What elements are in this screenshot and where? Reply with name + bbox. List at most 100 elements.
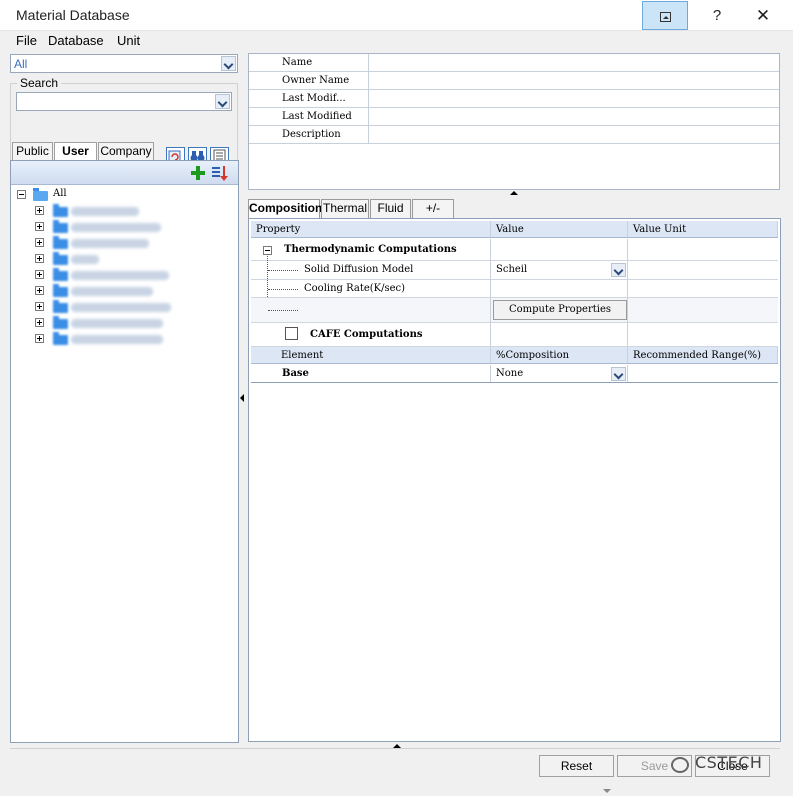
info-row-last-modif: Last Modif...	[249, 90, 779, 108]
expand-icon[interactable]	[35, 334, 44, 343]
sort-line	[212, 175, 220, 177]
header-element: Element	[251, 347, 491, 363]
tree-node-label-obscured	[71, 287, 153, 296]
reset-button[interactable]: Reset	[539, 755, 614, 777]
folder-icon	[53, 204, 68, 217]
open-folder-icon	[33, 188, 48, 201]
tab-thermal[interactable]: Thermal	[321, 199, 369, 218]
filter-selected: All	[14, 57, 28, 71]
tab-public[interactable]: Public	[12, 142, 53, 160]
chevron-down-icon[interactable]	[611, 367, 626, 381]
filter-dropdown[interactable]: All	[10, 54, 238, 73]
expand-icon[interactable]	[35, 318, 44, 327]
info-row-last-modified: Last Modified	[249, 108, 779, 126]
tree-node-label-obscured	[71, 335, 163, 344]
left-pane: All Search Public User Company All	[10, 53, 240, 743]
tab-user[interactable]: User	[54, 142, 97, 161]
tree-line	[268, 270, 298, 271]
tree-node[interactable]	[35, 220, 225, 234]
restore-icon	[659, 12, 671, 22]
expand-icon[interactable]	[35, 302, 44, 311]
tree-node-label-obscured	[71, 223, 161, 232]
material-tree-panel: All	[10, 160, 239, 743]
info-row-name: Name	[249, 54, 779, 72]
folder-icon	[53, 332, 68, 345]
tree-node-label-obscured	[71, 255, 99, 264]
add-icon[interactable]	[191, 166, 205, 180]
base-label: Base	[251, 365, 491, 382]
menu-database[interactable]: Database	[48, 33, 104, 48]
tree-node[interactable]	[35, 268, 225, 282]
info-label: Last Modified	[249, 108, 369, 125]
info-label: Last Modif...	[249, 90, 369, 107]
tree-node-label-obscured	[71, 239, 149, 248]
cell-empty	[491, 239, 628, 260]
tab-composition[interactable]: Composition	[248, 199, 322, 219]
material-info-grid: Name Owner Name Last Modif... Last Modif…	[248, 53, 780, 190]
chevron-down-icon[interactable]	[221, 56, 236, 71]
search-label: Search	[17, 76, 62, 90]
menu-bar: File Database Unit	[0, 31, 793, 51]
solid-diffusion-select[interactable]: Scheil	[491, 261, 628, 279]
expand-icon[interactable]	[35, 238, 44, 247]
tree-node[interactable]	[35, 236, 225, 250]
menu-file[interactable]: File	[16, 33, 37, 48]
tree-node[interactable]	[35, 284, 225, 298]
folder-icon	[53, 268, 68, 281]
tree-node[interactable]	[35, 204, 225, 218]
cafe-checkbox[interactable]	[285, 327, 298, 340]
chevron-down-icon[interactable]	[611, 263, 626, 277]
watermark-logo-icon	[671, 757, 689, 773]
element-grid-header: Element %Composition Recommended Range(%…	[251, 347, 778, 364]
tree-root-label: All	[53, 188, 67, 199]
cooling-rate-input[interactable]	[491, 280, 628, 297]
sort-line	[212, 171, 220, 173]
collapse-icon[interactable]	[17, 190, 26, 199]
splitter-handle-top[interactable]	[510, 191, 518, 195]
solid-diffusion-label: Solid Diffusion Model	[299, 261, 491, 279]
tree-node[interactable]	[35, 332, 225, 346]
tab-plus-minus[interactable]: +/-	[412, 199, 454, 218]
tab-fluid[interactable]: Fluid	[370, 199, 411, 218]
header-property: Property	[251, 221, 491, 237]
chevron-down-icon[interactable]	[215, 94, 230, 109]
tree-node[interactable]	[35, 252, 225, 266]
sort-line	[212, 167, 220, 169]
bottom-button-bar: Reset Save Close	[10, 748, 780, 784]
header-value-unit: Value Unit	[628, 221, 778, 237]
title-bar: Material Database ? ✕	[0, 0, 793, 31]
base-select[interactable]: None	[491, 365, 628, 382]
tree-toolbar	[11, 161, 238, 185]
info-label: Description	[249, 126, 369, 143]
folder-icon	[53, 284, 68, 297]
tree-node[interactable]	[35, 300, 225, 314]
search-input[interactable]	[16, 92, 232, 111]
folder-icon	[53, 220, 68, 233]
compute-properties-button[interactable]: Compute Properties	[493, 300, 627, 320]
help-button[interactable]: ?	[694, 1, 740, 30]
info-row-description: Description	[249, 126, 779, 144]
cafe-row: CAFE Computations	[251, 323, 778, 347]
menu-unit[interactable]: Unit	[117, 33, 140, 48]
expand-icon[interactable]	[35, 270, 44, 279]
expand-icon[interactable]	[35, 286, 44, 295]
tree-node-label-obscured	[71, 207, 139, 216]
close-window-button[interactable]: ✕	[740, 1, 786, 30]
expand-icon[interactable]	[35, 222, 44, 231]
info-row-owner: Owner Name	[249, 72, 779, 90]
expand-icon[interactable]	[35, 206, 44, 215]
restore-button[interactable]	[642, 1, 688, 30]
splitter-handle-vertical[interactable]	[240, 394, 244, 402]
resize-grip-icon[interactable]	[603, 789, 611, 793]
info-label: Name	[249, 54, 369, 71]
tab-company[interactable]: Company	[98, 142, 154, 160]
tree-root[interactable]: All	[17, 188, 217, 202]
tree-node-label-obscured	[71, 319, 163, 328]
sort-icon[interactable]	[212, 165, 228, 181]
cooling-rate-row: Cooling Rate(K/sec)	[251, 280, 778, 298]
solid-diffusion-row: Solid Diffusion Model Scheil	[251, 261, 778, 280]
tree-node[interactable]	[35, 316, 225, 330]
folder-icon	[53, 316, 68, 329]
expand-icon[interactable]	[35, 254, 44, 263]
info-label: Owner Name	[249, 72, 369, 89]
